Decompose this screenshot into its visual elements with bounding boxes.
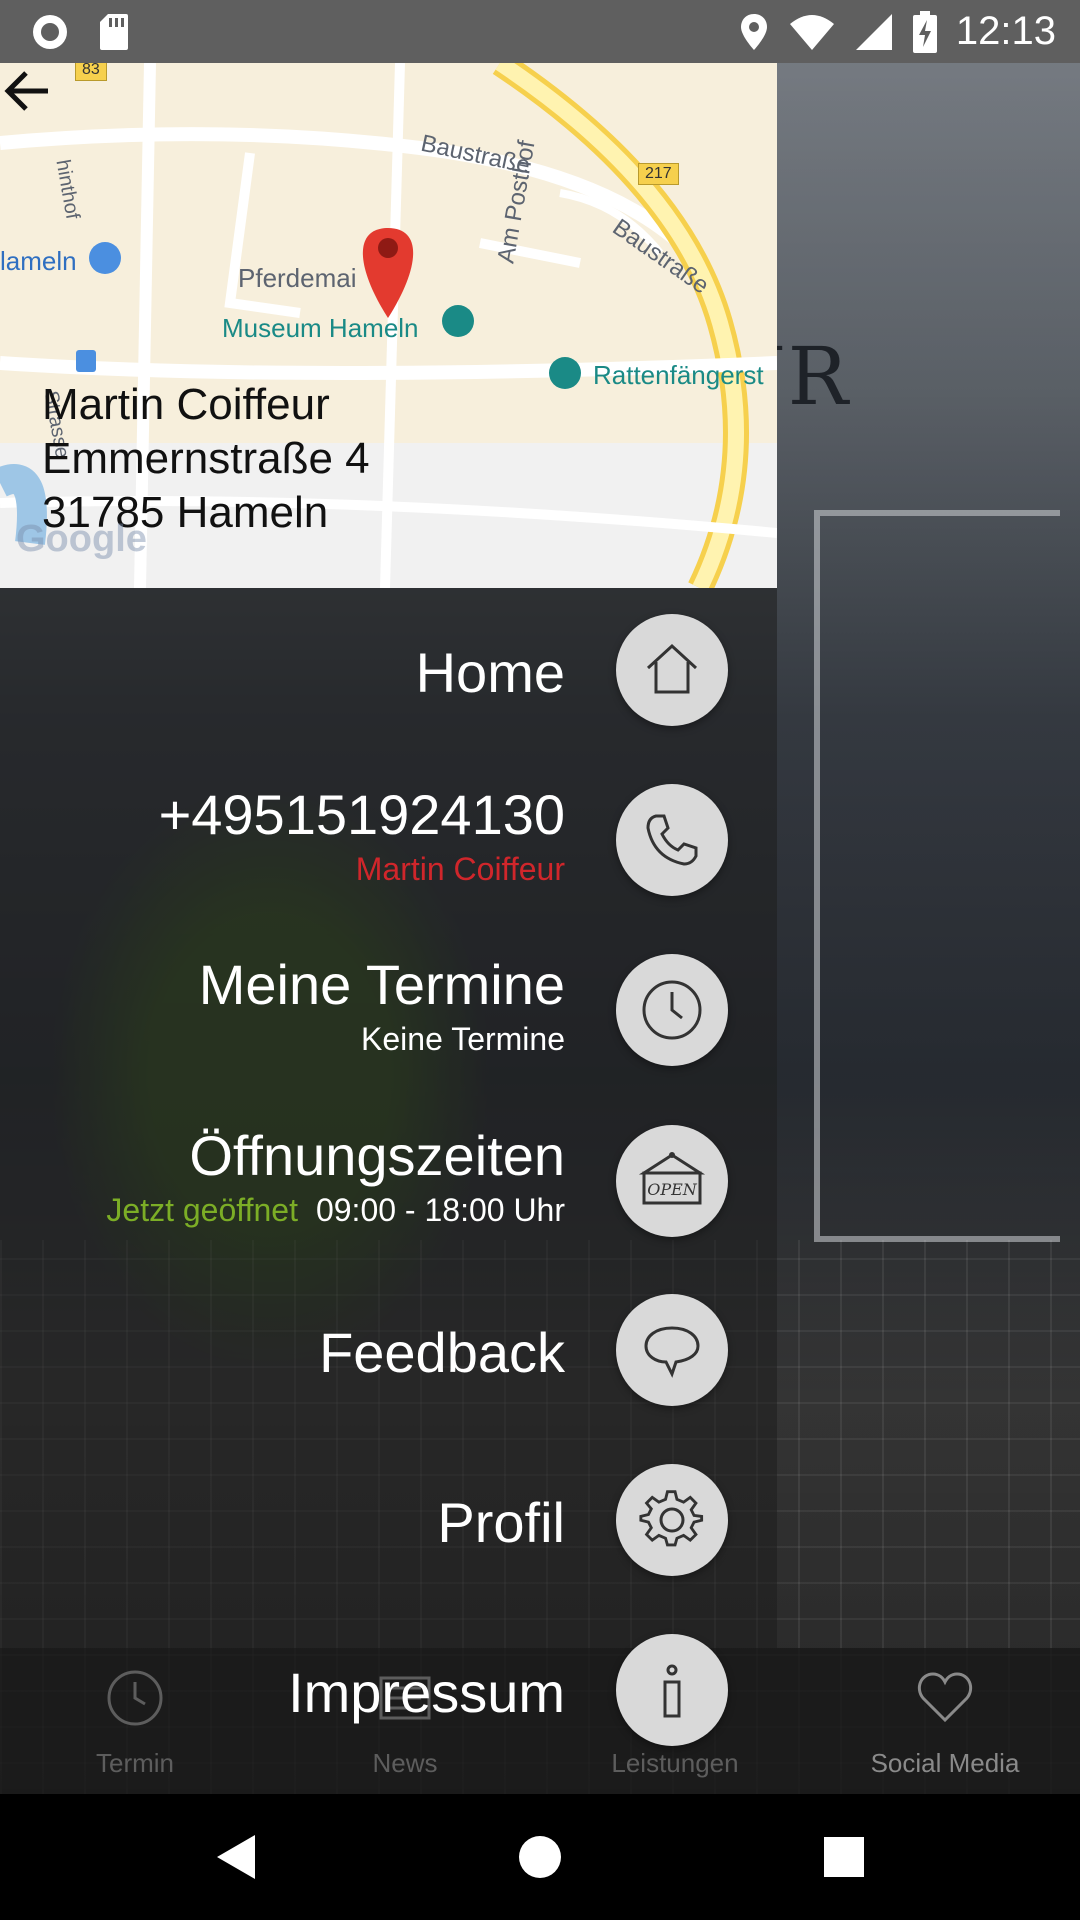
menu-appointments-label: Meine Termine — [198, 953, 565, 1016]
battery-charging-icon — [912, 10, 937, 53]
address-street: Emmernstraße 4 — [42, 434, 370, 483]
menu-item-home[interactable]: Home — [0, 612, 777, 732]
shop-window — [814, 510, 1060, 1242]
info-icon — [616, 1634, 728, 1746]
record-icon — [33, 14, 67, 49]
menu-phone-subtitle: Martin Coiffeur — [355, 851, 565, 887]
map-label-museum: Museum Hameln — [222, 313, 419, 343]
address-name: Martin Coiffeur — [42, 380, 330, 429]
clock-icon — [616, 954, 728, 1066]
menu-item-opening-hours[interactable]: Öffnungszeiten Jetzt geöffnet 09:00 - 18:… — [0, 1123, 777, 1253]
heart-icon — [917, 1672, 973, 1723]
speech-bubble-icon — [616, 1294, 728, 1406]
system-navigation-bar — [0, 1794, 1080, 1920]
map-label-hameln: lameln — [0, 246, 77, 276]
menu-item-profile[interactable]: Profil — [0, 1462, 777, 1582]
home-icon — [616, 614, 728, 726]
road-number-217: 217 — [638, 163, 679, 185]
tab-label-social-media: Social Media — [870, 1748, 1020, 1778]
map-label-rattenfaenger: Rattenfängerst — [593, 360, 764, 390]
menu-item-appointments[interactable]: Meine Termine Keine Termine — [0, 952, 777, 1082]
sd-card-icon — [100, 13, 128, 50]
tab-label-news: News — [372, 1748, 438, 1778]
map-label-pferdemarkt: Pferdemai — [238, 263, 357, 293]
google-logo: Google — [16, 518, 147, 560]
tab-label-termin: Termin — [95, 1748, 174, 1778]
tab-label-leistungen: Leistungen — [611, 1748, 739, 1778]
map-view[interactable]: Baustraße Baustraße Am Posthof hinthof S… — [0, 63, 777, 588]
menu-profile-label: Profil — [437, 1491, 565, 1554]
phone-icon — [616, 784, 728, 896]
status-bar: 12:13 — [0, 0, 1080, 63]
location-icon — [740, 13, 767, 50]
svg-text:OPEN: OPEN — [647, 1180, 698, 1199]
tab-social-media[interactable]: Social Media — [810, 1648, 1080, 1794]
open-status: Jetzt geöffnet — [106, 1192, 298, 1228]
open-sign-icon: OPEN — [616, 1125, 728, 1237]
wifi-icon — [789, 14, 834, 50]
road-number-83: 83 — [75, 63, 107, 81]
menu-feedback-label: Feedback — [319, 1321, 565, 1384]
menu-item-imprint[interactable]: Impressum — [0, 1632, 777, 1752]
clock-time: 12:13 — [955, 9, 1056, 53]
signal-icon — [855, 13, 892, 50]
opening-hours: 09:00 - 18:00 Uhr — [315, 1192, 565, 1228]
menu-appointments-subtitle: Keine Termine — [361, 1021, 565, 1057]
back-arrow-icon[interactable] — [0, 63, 56, 119]
back-triangle-icon[interactable] — [207, 1827, 267, 1887]
gear-icon — [616, 1464, 728, 1576]
recents-square-icon[interactable] — [814, 1827, 874, 1887]
menu-imprint-label: Impressum — [288, 1661, 565, 1724]
home-circle-icon[interactable] — [510, 1827, 570, 1887]
menu-item-phone[interactable]: +495151924130 Martin Coiffeur — [0, 782, 777, 912]
address-block: Martin Coiffeur Emmernstraße 4 31785 Ham… — [42, 378, 370, 540]
menu-phone-number: +495151924130 — [158, 783, 565, 846]
menu-home-label: Home — [415, 641, 565, 704]
menu-opening-label: Öffnungszeiten — [189, 1124, 565, 1187]
menu-item-feedback[interactable]: Feedback — [0, 1292, 777, 1412]
